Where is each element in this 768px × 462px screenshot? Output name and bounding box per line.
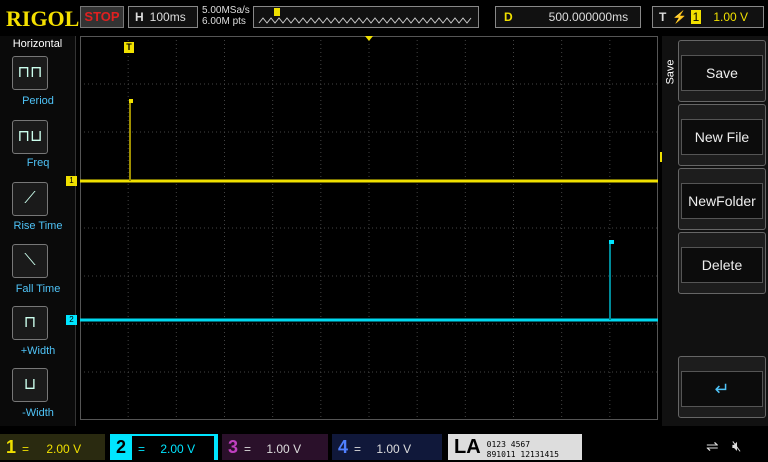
timebase-label: H [135,10,144,24]
speaker-muted-icon[interactable]: 🔇︎ [732,434,741,460]
trigger-position-marker[interactable]: T [124,42,134,53]
waveform-overview [258,8,472,24]
ch2-number: 2 [116,437,127,457]
ch2-settings: = 2.00 V [132,436,215,462]
menu-title: Horizontal [12,38,63,50]
delay-value: 500.000000ms [548,10,629,24]
fall-time-label: Fall Time [15,283,61,295]
la-row2: 891011 12131415 [486,449,559,459]
la-label: LA [454,436,481,458]
waveform-display[interactable] [80,36,658,420]
ch1-scale: 2.00 V [46,442,82,456]
period-label: Period [22,95,54,107]
freq-label: Freq [26,157,50,169]
ch2-offset-marker[interactable]: 2 [66,315,77,325]
trigger-level: 1.00 V [713,10,749,24]
save-label: Save [681,55,763,91]
timebase-value: 100ms [149,10,186,24]
ch3-coupling: = [244,442,252,456]
menu-title: Save [664,59,677,85]
ch4-scale: 1.00 V [376,442,412,456]
ch2-scale: 2.00 V [160,442,196,456]
ch4-coupling: = [354,442,362,456]
la-row1: 0123 4567 [486,439,531,449]
horizontal-menu: Horizontal ⊓⊓ Period ⊓⊔ Freq ⟋ Rise Time ⟍ F… [0,36,76,426]
delete-label: Delete [681,247,763,283]
memory-overview[interactable] [253,6,479,28]
ch1-pulse-top [129,99,133,103]
trigger-edge-icon: ⚡ [672,10,688,24]
ch2-coupling: = [138,442,146,456]
channel-bar: 1 = 2.00 V 2 = 2.00 V 3 = 1.00 V 4 = 1.00 V … [0,432,768,462]
neg-width-label: -Width [22,407,54,419]
delay-label: D [504,10,513,24]
timebase-box[interactable]: H 100ms [128,6,198,28]
trigger-box[interactable]: T ⚡ 1 1.00 V [652,6,764,28]
enter-button[interactable]: ↵ [678,356,766,418]
acquisition-info: 5.00MSa/s 6.00M pts [202,5,250,27]
ch1-coupling: = [22,442,30,456]
ch1-box[interactable]: 1 = 2.00 V [0,434,105,460]
save-button[interactable]: Save [678,40,766,102]
trigger-source: 1 [690,10,702,24]
rise-time-icon[interactable]: ⟋ [12,182,48,216]
new-folder-label: NewFolder [681,183,763,219]
neg-width-icon[interactable]: ⊔ [12,368,48,402]
fall-time-icon[interactable]: ⟍ [12,244,48,278]
rigol-logo: RIGOL [6,6,80,31]
ch2-pulse-top [609,240,614,244]
freq-icon[interactable]: ⊓⊔ [12,120,48,154]
pos-width-icon[interactable]: ⊓ [12,306,48,340]
ch4-number: 4 [338,437,349,457]
enter-icon: ↵ [681,371,763,407]
ch1-offset-marker[interactable]: 1 [66,176,77,186]
delay-box[interactable]: D 500.000000ms [495,6,641,28]
rise-time-label: Rise Time [13,220,63,232]
delete-button[interactable]: Delete [678,232,766,294]
sample-rate: 5.00MSa/s [202,5,250,16]
ch3-box[interactable]: 3 = 1.00 V [222,434,328,460]
trigger-label: T [659,10,667,24]
ch1-number: 1 [6,437,17,457]
memory-depth: 6.00M pts [202,16,246,27]
ch2-box[interactable]: 2 = 2.00 V [110,434,218,462]
period-icon[interactable]: ⊓⊓ [12,56,48,90]
new-folder-button[interactable]: NewFolder [678,168,766,230]
center-marker [365,36,373,41]
new-file-label: New File [681,119,763,155]
pos-width-label: +Width [20,345,56,357]
la-box[interactable]: LA 0123 4567 891011 12131415 [448,434,582,460]
ch3-scale: 1.00 V [266,442,302,456]
new-file-button[interactable]: New File [678,104,766,166]
ch4-box[interactable]: 4 = 1.00 V [332,434,442,460]
ch3-number: 3 [228,437,239,457]
save-menu: Save Save New File NewFolder Delete ↵ [662,36,768,426]
run-stop-status[interactable]: STOP [80,6,124,28]
usb-icon: ⇌ [706,438,719,455]
